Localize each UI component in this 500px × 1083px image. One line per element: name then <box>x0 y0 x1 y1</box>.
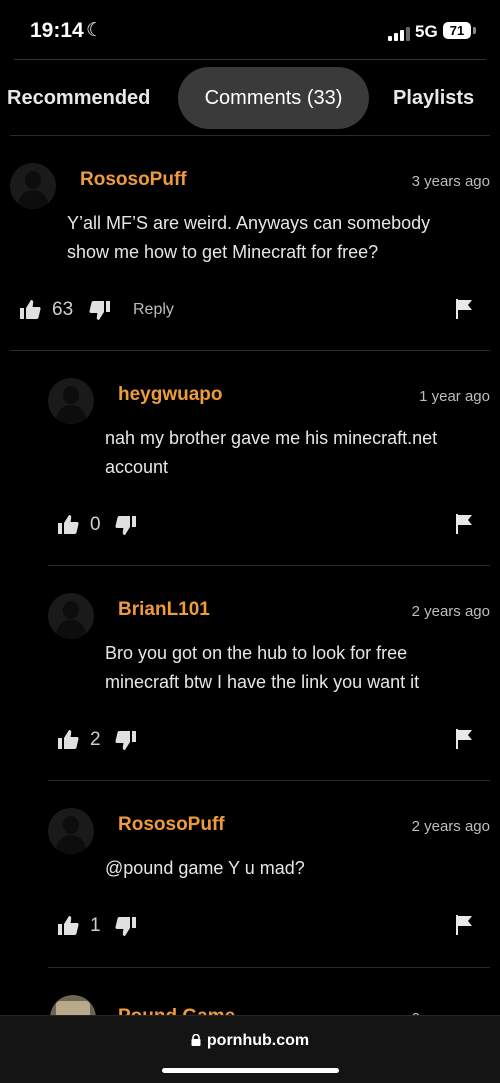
lock-icon <box>191 1034 201 1046</box>
thumbs-down-icon[interactable] <box>114 513 138 537</box>
battery-icon: 71 <box>443 22 471 39</box>
comment-divider <box>48 780 490 781</box>
thumbs-up-icon[interactable] <box>56 914 80 938</box>
tab-playlists[interactable]: Playlists <box>393 67 474 129</box>
url-display[interactable]: pornhub.com <box>0 1032 500 1050</box>
flag-icon[interactable] <box>454 298 474 320</box>
avatar[interactable] <box>48 593 94 639</box>
comment-actions: 0 <box>56 513 482 539</box>
comment-text: Bro you got on the hub to look for free … <box>105 643 420 692</box>
status-bar: 19:14 ☾ 5G 71 <box>0 0 500 60</box>
moon-icon: ☾ <box>86 20 104 41</box>
comment-timestamp: 2 years ago <box>411 818 490 835</box>
comment-username[interactable]: BrianL101 <box>118 599 210 621</box>
thumbs-down-icon[interactable] <box>114 914 138 938</box>
flag-icon[interactable] <box>454 728 474 750</box>
like-count: 0 <box>90 514 101 535</box>
thumbs-up-icon[interactable] <box>18 298 42 322</box>
url-text: pornhub.com <box>206 1032 310 1049</box>
thumbs-down-icon[interactable] <box>114 728 138 752</box>
tab-comments[interactable]: Comments (33) <box>178 67 369 129</box>
comment-timestamp: 3 years ago <box>411 173 490 190</box>
reply-comment: RososoPuff 2 years ago @pound game Y u m… <box>48 808 490 948</box>
like-count: 1 <box>90 915 101 936</box>
comment-actions: 1 <box>56 914 482 940</box>
battery-tip <box>473 27 476 34</box>
comment-actions: 2 <box>56 728 482 754</box>
browser-address-bar[interactable]: pornhub.com <box>0 1015 500 1083</box>
comment-text: nah my brother gave me his minecraft.net… <box>105 428 438 477</box>
comment-divider <box>48 565 490 566</box>
avatar[interactable] <box>10 163 56 209</box>
thumbs-down-icon[interactable] <box>88 298 112 322</box>
thumbs-up-icon[interactable] <box>56 513 80 537</box>
header-divider <box>14 59 486 60</box>
flag-icon[interactable] <box>454 914 474 936</box>
reply-button[interactable]: Reply <box>133 301 174 319</box>
comment-divider <box>48 967 490 968</box>
comment-actions: 63 Reply <box>18 298 482 324</box>
network-label: 5G <box>415 22 438 41</box>
home-indicator[interactable] <box>162 1068 339 1073</box>
like-count: 2 <box>90 729 101 750</box>
comment-username[interactable]: RososoPuff <box>118 814 225 836</box>
reply-comment: heygwuapo 1 year ago nah my brother gave… <box>48 378 490 548</box>
reply-comment: BrianL101 2 years ago Bro you got on the… <box>48 593 490 763</box>
tab-bar: Recommended Comments (33) Playlists <box>0 67 500 129</box>
comment-username[interactable]: heygwuapo <box>118 384 223 406</box>
avatar[interactable] <box>48 378 94 424</box>
screen: 19:14 ☾ 5G 71 Recommended Comments (33) … <box>0 0 500 1083</box>
like-count: 63 <box>52 299 74 320</box>
comment: RososoPuff 3 years ago Y’all MF’S are we… <box>10 163 490 333</box>
avatar[interactable] <box>48 808 94 854</box>
thumbs-up-icon[interactable] <box>56 728 80 752</box>
comment-divider <box>10 350 490 351</box>
comment-text: Y’all MF’S are weird. Anyways can somebo… <box>67 213 431 262</box>
comment-timestamp: 1 year ago <box>419 388 490 405</box>
comment-timestamp: 2 years ago <box>411 603 490 620</box>
flag-icon[interactable] <box>454 513 474 535</box>
signal-icon <box>388 27 410 41</box>
tab-recommended[interactable]: Recommended <box>7 67 150 129</box>
status-time: 19:14 <box>30 19 84 42</box>
comment-text: @pound game Y u mad? <box>105 858 305 878</box>
comment-username[interactable]: RososoPuff <box>80 169 187 191</box>
tabs-divider <box>10 135 490 136</box>
